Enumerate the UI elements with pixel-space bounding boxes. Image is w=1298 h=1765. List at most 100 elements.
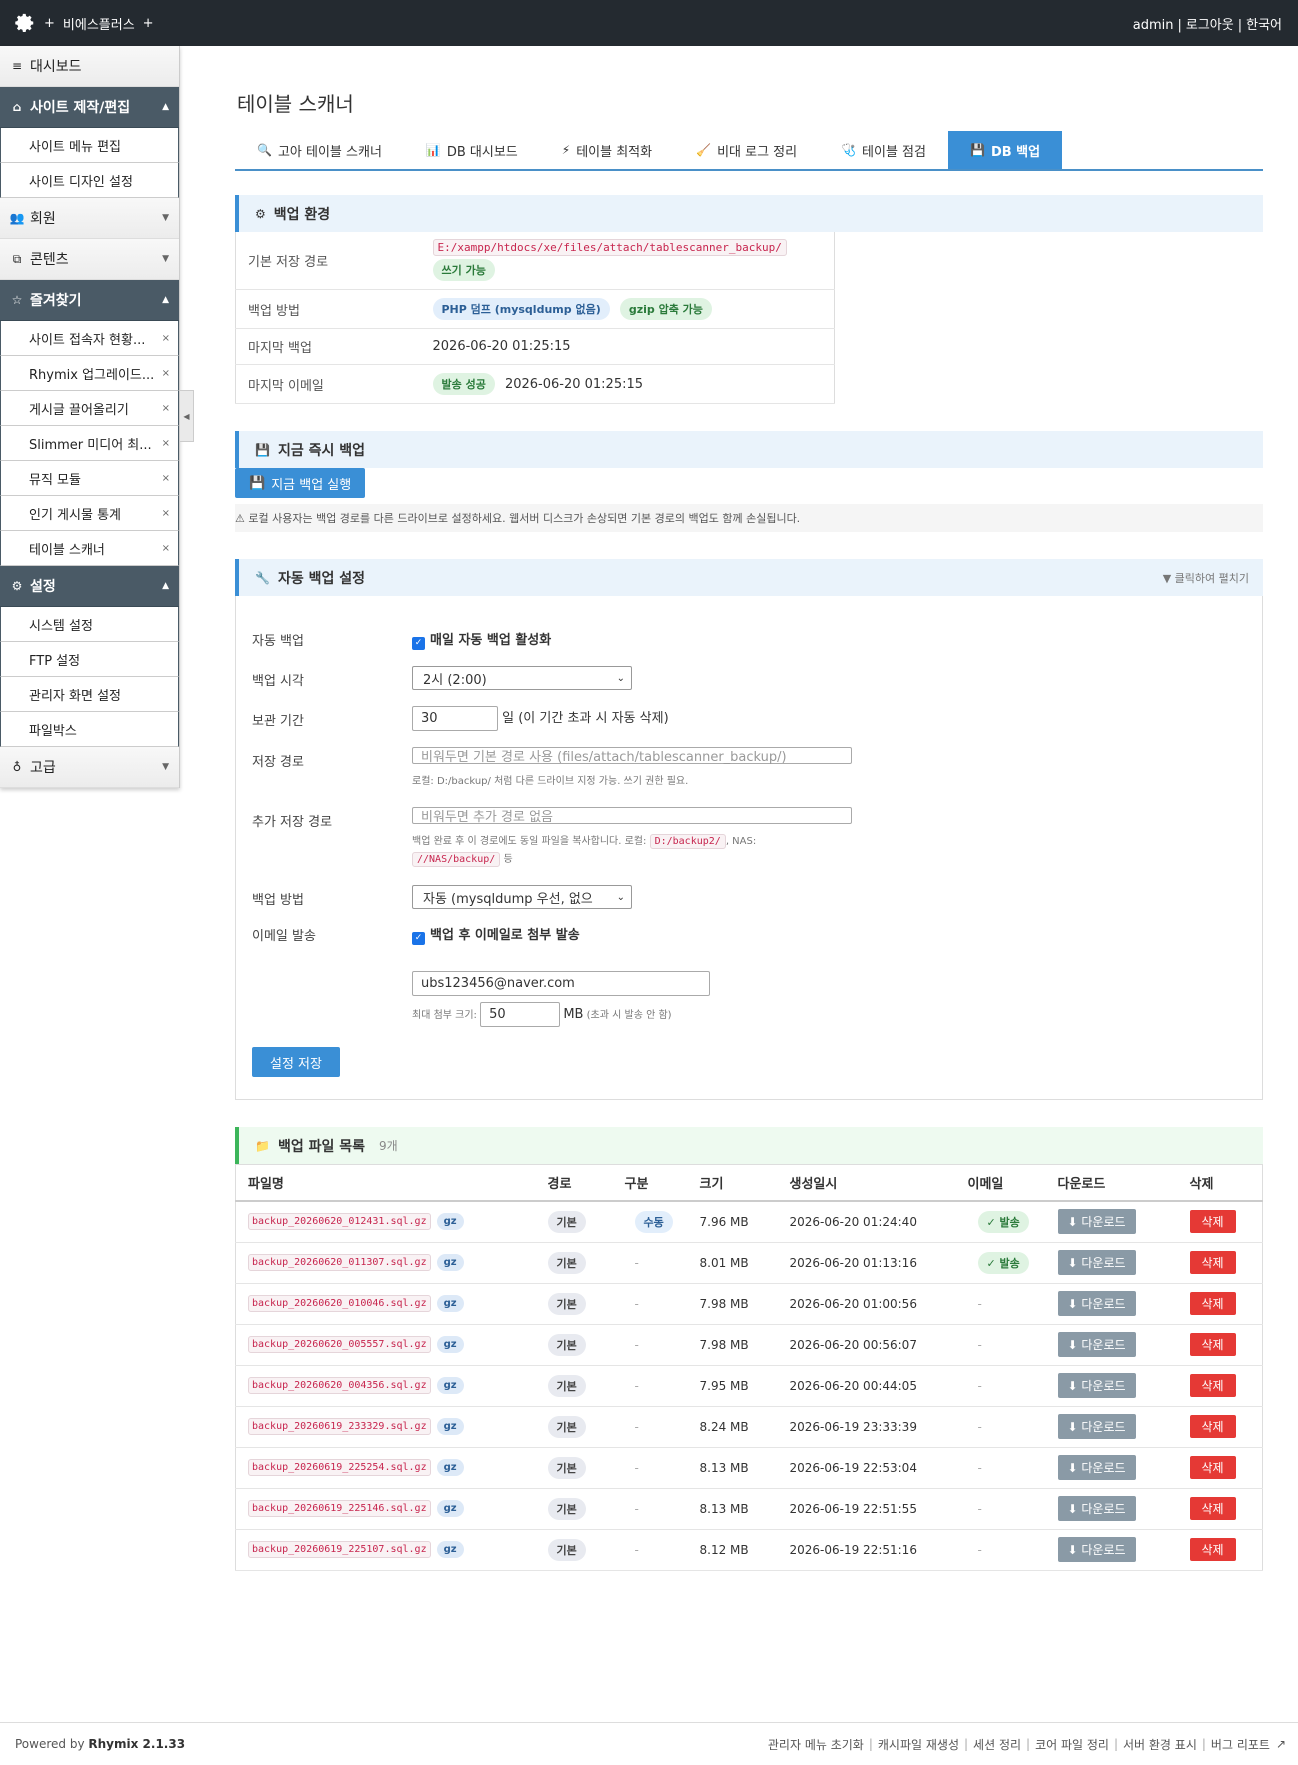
sidebar-group-label: 콘텐츠 bbox=[30, 252, 69, 268]
save-path-input[interactable]: 비워두면 기본 경로 사용 (files/attach/tablescanner… bbox=[412, 747, 852, 765]
gz-badge: gz bbox=[436, 1377, 464, 1394]
footer-link-bug-report[interactable]: 버그 리포트 bbox=[1211, 1736, 1270, 1753]
sidebar-item-favorite[interactable]: 게시글 끌어올리기 × bbox=[0, 391, 179, 426]
sidebar-group-label: 사이트 제작/편집 bbox=[30, 100, 131, 116]
delete-button[interactable]: 삭제 bbox=[1189, 1292, 1236, 1315]
sidebar-item-favorite[interactable]: Rhymix 업그레이드... × bbox=[0, 356, 179, 391]
remove-icon[interactable]: × bbox=[162, 403, 170, 414]
sidebar-group-members[interactable]: 👥 회원 ▼ bbox=[0, 198, 179, 239]
search-icon: 🔍 bbox=[257, 143, 272, 157]
site-name-link[interactable]: 비에스플러스 bbox=[63, 14, 135, 33]
sidebar-collapse-toggle[interactable]: ◀ bbox=[180, 390, 194, 442]
sidebar-item-favorite[interactable]: 인기 게시물 통계 × bbox=[0, 496, 179, 531]
section-auto-backup[interactable]: 🔧 자동 백업 설정 ▼ 클릭하여 펼치기 bbox=[235, 559, 1263, 596]
download-button[interactable]: ⬇ 다운로드 bbox=[1057, 1291, 1136, 1316]
auto-backup-checkbox[interactable]: ✓ bbox=[412, 637, 425, 650]
sidebar-item-dashboard[interactable]: ≡ 대시보드 bbox=[0, 46, 179, 87]
sidebar-item-site-menu[interactable]: 사이트 메뉴 편집 bbox=[0, 128, 179, 163]
sidebar-item-favorite[interactable]: 테이블 스캐너 × bbox=[0, 531, 179, 566]
table-row: backup_20260619_225107.sql.gz gz 기본 - 8.12 M… bbox=[235, 1529, 1263, 1571]
column-header: 다운로드 bbox=[1045, 1164, 1178, 1202]
sidebar-group-advanced[interactable]: ♁ 고급 ▼ bbox=[0, 747, 179, 788]
product-link[interactable]: Rhymix 2.1.33 bbox=[88, 1737, 185, 1751]
tab-table-check[interactable]: 🩺 테이블 점검 bbox=[819, 131, 948, 169]
email-attach-checkbox[interactable]: ✓ bbox=[412, 932, 425, 945]
sidebar-item-label: 사이트 디자인 설정 bbox=[29, 174, 133, 190]
footer-link-server-env[interactable]: 서버 환경 표시 bbox=[1123, 1736, 1197, 1753]
sidebar-item-filebox[interactable]: 파일박스 bbox=[0, 712, 179, 747]
sidebar-item-admin-settings[interactable]: 관리자 화면 설정 bbox=[0, 677, 179, 712]
remove-icon[interactable]: × bbox=[162, 368, 170, 379]
footer-link-reset-menu[interactable]: 관리자 메뉴 초기화 bbox=[768, 1736, 864, 1753]
sidebar-group-contents[interactable]: ⧉ 콘텐츠 ▼ bbox=[0, 239, 179, 280]
env-row-path: 기본 저장 경로 E:/xampp/htdocs/xe/files/attach… bbox=[235, 232, 835, 290]
download-button[interactable]: ⬇ 다운로드 bbox=[1057, 1332, 1136, 1357]
max-size-label: 최대 첨부 크기: bbox=[412, 1010, 477, 1021]
delete-button[interactable]: 삭제 bbox=[1189, 1497, 1236, 1520]
download-button[interactable]: ⬇ 다운로드 bbox=[1057, 1537, 1136, 1562]
sidebar-item-favorite[interactable]: 뮤직 모듈 × bbox=[0, 461, 179, 496]
gzip-badge: gzip 압축 가능 bbox=[619, 298, 712, 320]
delete-button[interactable]: 삭제 bbox=[1189, 1415, 1236, 1438]
table-row: backup_20260619_233329.sql.gz gz 기본 - 8.24 M… bbox=[235, 1406, 1263, 1448]
sidebar-item-ftp-settings[interactable]: FTP 설정 bbox=[0, 642, 179, 677]
sidebar-item-favorite[interactable]: 사이트 접속자 현황... × bbox=[0, 321, 179, 356]
footer-link-clear-session[interactable]: 세션 정리 bbox=[973, 1736, 1021, 1753]
delete-button[interactable]: 삭제 bbox=[1189, 1538, 1236, 1561]
plus-icon[interactable]: + bbox=[143, 16, 154, 31]
download-button[interactable]: ⬇ 다운로드 bbox=[1057, 1414, 1136, 1439]
retention-days-input[interactable]: 30 bbox=[412, 706, 498, 731]
table-row: backup_20260620_011307.sql.gz gz 기본 - 8.01 M… bbox=[235, 1242, 1263, 1284]
remove-icon[interactable]: × bbox=[162, 508, 170, 519]
backup-path-value: E:/xampp/htdocs/xe/files/attach/tablesca… bbox=[432, 239, 787, 256]
sidebar-item-system-settings[interactable]: 시스템 설정 bbox=[0, 607, 179, 642]
logout-link[interactable]: 로그아웃 bbox=[1186, 18, 1234, 33]
remove-icon[interactable]: × bbox=[162, 473, 170, 484]
footer-link-core-cleanup[interactable]: 코어 파일 정리 bbox=[1035, 1736, 1109, 1753]
gear-icon[interactable] bbox=[14, 12, 36, 34]
section-title: 지금 즉시 백업 bbox=[277, 442, 365, 459]
download-button[interactable]: ⬇ 다운로드 bbox=[1057, 1496, 1136, 1521]
chevron-down-icon: ▼ bbox=[162, 254, 169, 264]
delete-button[interactable]: 삭제 bbox=[1189, 1210, 1236, 1234]
tab-table-optimize[interactable]: ⚡ 테이블 최적화 bbox=[540, 131, 674, 169]
sidebar-item-site-design[interactable]: 사이트 디자인 설정 bbox=[0, 163, 179, 198]
backup-time-select[interactable]: 2시 (2:00) ⌄ bbox=[412, 666, 632, 690]
delete-button[interactable]: 삭제 bbox=[1189, 1251, 1236, 1274]
column-header: 파일명 bbox=[235, 1164, 536, 1202]
delete-button[interactable]: 삭제 bbox=[1189, 1333, 1236, 1356]
file-size: 8.12 MB bbox=[687, 1529, 778, 1571]
backup-method-select[interactable]: 자동 (mysqldump 우선, 없으 ⌄ bbox=[412, 885, 632, 909]
file-name: backup_20260619_225146.sql.gz bbox=[248, 1500, 431, 1517]
extra-path-input[interactable]: 비워두면 추가 경로 없음 bbox=[412, 807, 852, 825]
sidebar-group-favorites[interactable]: ☆ 즐겨찾기 ▲ bbox=[0, 280, 179, 321]
expand-toggle[interactable]: ▼ 클릭하여 펼치기 bbox=[1163, 570, 1249, 586]
download-button[interactable]: ⬇ 다운로드 bbox=[1057, 1209, 1136, 1235]
email-input[interactable]: ubs123456@naver.com bbox=[412, 971, 710, 996]
tab-db-dashboard[interactable]: 📊 DB 대시보드 bbox=[404, 131, 540, 169]
max-size-input[interactable]: 50 bbox=[480, 1002, 561, 1027]
user-link[interactable]: admin bbox=[1133, 18, 1174, 33]
tab-orphan-scanner[interactable]: 🔍 고아 테이블 스캐너 bbox=[235, 131, 404, 169]
remove-icon[interactable]: × bbox=[162, 543, 170, 554]
tab-log-cleanup[interactable]: 🧹 비대 로그 정리 bbox=[674, 131, 819, 169]
language-link[interactable]: 한국어 bbox=[1246, 18, 1282, 33]
file-size: 7.98 MB bbox=[687, 1283, 778, 1325]
sidebar-item-favorite[interactable]: Slimmer 미디어 최... × bbox=[0, 426, 179, 461]
download-button[interactable]: ⬇ 다운로드 bbox=[1057, 1455, 1136, 1480]
sidebar-group-settings[interactable]: ⚙ 설정 ▲ bbox=[0, 566, 179, 607]
footer-link-regen-cache[interactable]: 캐시파일 재생성 bbox=[878, 1736, 959, 1753]
chevron-up-icon: ▲ bbox=[162, 295, 169, 305]
folder-icon: 📁 bbox=[255, 1138, 270, 1153]
tab-db-backup[interactable]: 💾 DB 백업 bbox=[947, 131, 1063, 169]
save-settings-button[interactable]: 설정 저장 bbox=[252, 1047, 340, 1077]
download-button[interactable]: ⬇ 다운로드 bbox=[1057, 1250, 1136, 1275]
delete-button[interactable]: 삭제 bbox=[1189, 1374, 1236, 1397]
remove-icon[interactable]: × bbox=[162, 333, 170, 344]
run-backup-button[interactable]: 💾 지금 백업 실행 bbox=[235, 468, 366, 498]
download-button[interactable]: ⬇ 다운로드 bbox=[1057, 1373, 1136, 1398]
copy-icon: ⧉ bbox=[12, 251, 22, 266]
remove-icon[interactable]: × bbox=[162, 438, 170, 449]
sidebar-group-site[interactable]: ⌂ 사이트 제작/편집 ▲ bbox=[0, 87, 179, 128]
delete-button[interactable]: 삭제 bbox=[1189, 1456, 1236, 1479]
